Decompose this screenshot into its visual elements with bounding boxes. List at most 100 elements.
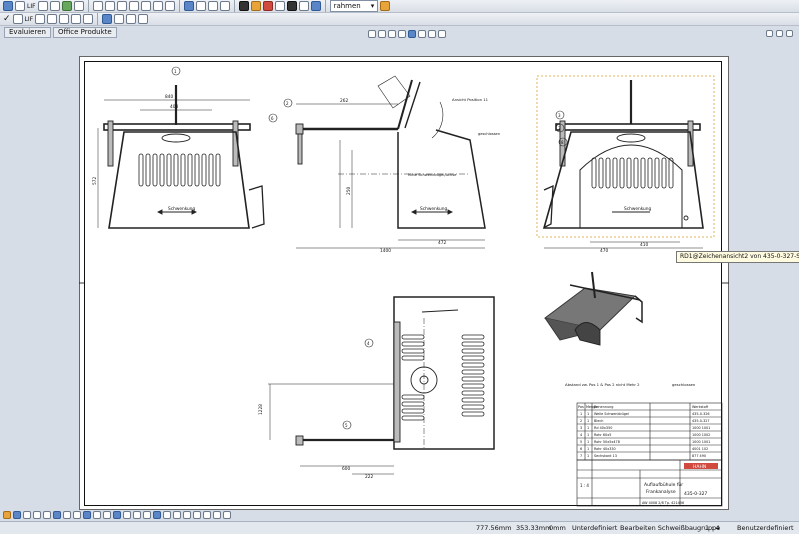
drawing-canvas[interactable]: 1 6 2 3 8 7 4 5 840 408 572 Schwenkung 2… <box>0 0 799 533</box>
company-logo: HAHN <box>693 464 706 470</box>
bom-cell: Sechskant 13 <box>594 454 617 458</box>
abstand-note: Abstand zw. Pos 1 & Pos 2 nicht Mehr 2 <box>565 382 640 387</box>
balloon-label: 1 <box>174 69 177 74</box>
layer-icon[interactable] <box>173 511 181 519</box>
bom-cell: 1000 1001 <box>692 440 710 444</box>
bom-cell: 4001 102 <box>692 447 708 451</box>
dim-text: 600 <box>342 466 350 472</box>
bom-cell: 6 <box>580 447 582 451</box>
status-z: 0mm <box>549 524 566 532</box>
bom-cell: Rohr 50x5x478 <box>594 440 620 444</box>
geschlossen-label-2: geschlossen <box>672 382 696 387</box>
revision-icon[interactable] <box>163 511 171 519</box>
bom-cell: 1 <box>587 412 589 416</box>
show-icon[interactable] <box>223 511 231 519</box>
bom-cell: 1000 1002 <box>692 433 710 437</box>
bom-cell: 1 <box>587 426 589 430</box>
block-icon[interactable] <box>143 511 151 519</box>
dim-text: 408 <box>170 104 178 110</box>
sheet-icon[interactable] <box>3 511 11 519</box>
top-view[interactable] <box>268 296 495 475</box>
bom-cell: 877 490 <box>692 454 706 458</box>
model-view-icon[interactable] <box>13 511 21 519</box>
bom-cell: Blech <box>594 419 603 423</box>
note-icon[interactable] <box>93 511 101 519</box>
balloon-label: 2 <box>286 101 289 106</box>
balloon-label: 5 <box>345 423 348 428</box>
status-x: 777.56mm <box>476 524 512 532</box>
bom-cell: 2 <box>580 419 582 423</box>
dim-text: 470 <box>600 248 608 254</box>
balloon-label: 3 <box>558 113 561 118</box>
detail-view-icon[interactable] <box>53 511 61 519</box>
bom-cell: 1 <box>587 440 589 444</box>
drawing-number: 435-0-327 <box>684 491 707 497</box>
section-view-icon[interactable] <box>43 511 51 519</box>
bom-header-material: Werkstoff <box>692 405 709 409</box>
bom-cell: Welle Schwenkbügel <box>594 412 629 416</box>
bom-cell: Rd 40x350 <box>594 426 612 430</box>
status-bar: 777.56mm 353.33mm 0mm Unterdefiniert Bea… <box>0 521 799 534</box>
projected-view-icon[interactable] <box>23 511 31 519</box>
balloon-icon[interactable] <box>103 511 111 519</box>
schwenkung-label-2: Schwenkung <box>420 206 447 212</box>
bom-cell: 1 <box>587 447 589 451</box>
table-icon[interactable] <box>153 511 161 519</box>
schwenkung-label-3: Schwenkung <box>624 206 651 212</box>
hide-icon[interactable] <box>213 511 221 519</box>
dim-text: 410 <box>640 242 648 248</box>
dim-text: 840 <box>165 94 173 100</box>
title-line-1: Auflaufbühule für <box>644 482 683 488</box>
dim-text: 262 <box>340 98 348 104</box>
alternate-position-icon[interactable] <box>83 511 91 519</box>
scale-text: 1 : 4 <box>580 483 589 488</box>
rear-view[interactable] <box>536 75 715 249</box>
color-icon[interactable] <box>183 511 191 519</box>
drawing-info: AW 4008 2/8 Tp. 421456 <box>642 501 684 505</box>
weld-bead-icon[interactable] <box>123 511 131 519</box>
bom-cell: Rohr 60x5 <box>594 433 611 437</box>
isometric-view[interactable] <box>543 271 643 346</box>
bom-cell: 1 <box>580 412 582 416</box>
broken-view-icon[interactable] <box>63 511 71 519</box>
auxiliary-view-icon[interactable] <box>33 511 41 519</box>
bom-cell: 5 <box>580 440 582 444</box>
bom-text: Pos Menge Benennung Werkstoff 1 1 Welle Sc… <box>578 405 710 458</box>
hatch-icon[interactable] <box>133 511 141 519</box>
dim-text: 1400 <box>380 248 391 254</box>
status-state: Unterdefiniert <box>572 524 618 532</box>
status-y: 353.33mm <box>516 524 552 532</box>
balloon-label: 4 <box>367 341 370 346</box>
bom-header-name: Benennung <box>594 405 613 409</box>
bottom-toolbar <box>0 511 303 521</box>
selection-tooltip: RD1@Zeichenansicht2 von 435-0-327-Sectio… <box>676 251 799 263</box>
dim-text: 572 <box>92 177 98 185</box>
crop-view-icon[interactable] <box>73 511 81 519</box>
geschlossen-label: geschlossen <box>478 132 500 136</box>
status-scale: 1 : 4 <box>705 524 720 532</box>
balloon-label: 6 <box>271 116 274 121</box>
schwenkung-label: Schwenkung <box>168 206 195 212</box>
dim-text: 222 <box>365 474 373 480</box>
line-weight-icon[interactable] <box>203 511 211 519</box>
bom-cell: 4 <box>580 433 582 437</box>
bom-cell: 1 <box>587 419 589 423</box>
bom-cell: 435-0-327 <box>692 419 710 423</box>
auto-balloon-icon[interactable] <box>113 511 121 519</box>
dim-text: 250 <box>346 187 352 195</box>
status-user: Benutzerdefiniert <box>737 524 794 532</box>
bom-cell: 435-0-326 <box>692 412 710 416</box>
dim-text: 1228 <box>258 404 264 415</box>
dim-text: 472 <box>438 240 446 246</box>
bom-header-pos: Pos <box>578 405 584 409</box>
section-label: Ansicht Position 11 <box>452 97 489 102</box>
title-line-2: Frankanalyse <box>646 489 676 495</box>
bom-cell: 3 <box>580 426 582 430</box>
bom-cell: 1 <box>587 433 589 437</box>
bom-cell: 7 <box>580 454 582 458</box>
bom-cell: 1000 1001 <box>692 426 710 430</box>
line-style-icon[interactable] <box>193 511 201 519</box>
bom-cell: 1 <box>587 454 589 458</box>
center-note: Mitte Schwenkbügel/Achse <box>408 173 457 177</box>
bom-cell: Rohr 40x330 <box>594 447 616 451</box>
